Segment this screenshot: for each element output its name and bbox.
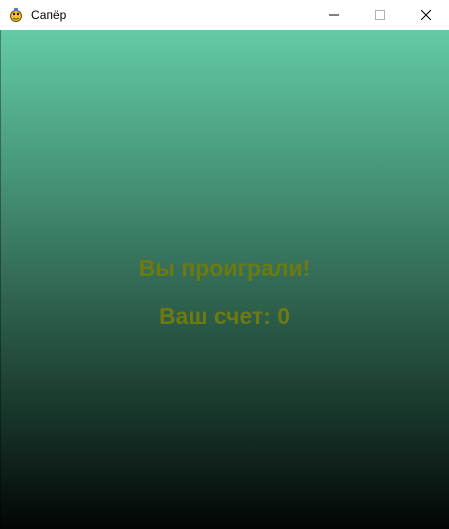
title-bar[interactable]: Сапёр	[0, 0, 449, 30]
pygame-snake-icon	[10, 8, 22, 22]
score-text: Ваш счет: 0	[158, 303, 291, 329]
close-button[interactable]	[403, 0, 449, 30]
maximize-button[interactable]	[357, 0, 403, 30]
minimize-icon	[329, 14, 339, 16]
app-window: Сапёр Вы проиграли! Ваш счет: 0	[0, 0, 449, 529]
window-controls	[311, 0, 449, 30]
window-title: Сапёр	[31, 8, 67, 22]
close-icon	[421, 10, 431, 20]
maximize-icon	[375, 10, 385, 20]
minimize-button[interactable]	[311, 0, 357, 30]
game-canvas[interactable]: Вы проиграли! Ваш счет: 0	[0, 30, 449, 529]
game-over-message: Вы проиграли!	[138, 255, 311, 281]
